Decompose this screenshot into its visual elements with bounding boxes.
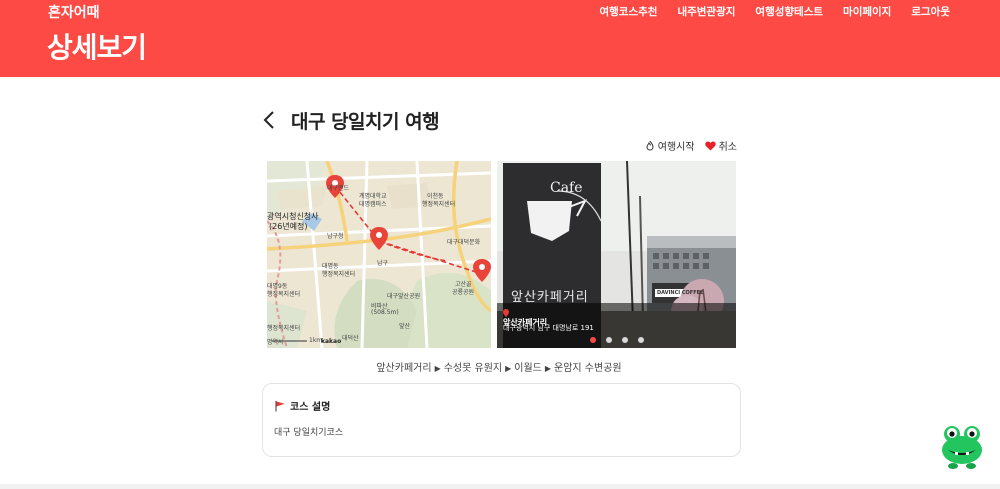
course-description-title: 코스 설명 <box>290 402 331 413</box>
chevron-left-icon <box>263 111 274 129</box>
map-label: 행정복지센터 <box>267 291 301 298</box>
location-pin-icon <box>503 309 509 317</box>
map-label: 명역사 <box>267 339 284 346</box>
carousel-dot[interactable] <box>605 337 612 343</box>
map-label: 대구랜드 <box>327 185 350 192</box>
place-photo-carousel[interactable]: Cafe 앞산카페거리 DAVINCI COFFEE 앞산카페거리 대구광역시 … <box>497 161 736 348</box>
route-stop[interactable]: 앞산카페거리 <box>376 363 431 374</box>
nav-nearby-attractions[interactable]: 내주변관광지 <box>677 4 735 19</box>
map-label: 앞산 <box>399 323 411 330</box>
map-label: (26년예정) <box>269 222 308 231</box>
main-nav: 여행코스추천 내주변관광지 여행성향테스트 마이페이지 로그아웃 <box>599 4 950 19</box>
nav-logout[interactable]: 로그아웃 <box>911 4 950 19</box>
nav-travel-type-test[interactable]: 여행성향테스트 <box>755 4 823 19</box>
carousel-dot[interactable] <box>637 337 644 343</box>
route-map[interactable]: 대구랜드 계명대학교 대명캠퍼스 이천동 행정복지센터 광역시청신청사 (26년… <box>267 161 491 348</box>
route-arrow-icon: ▶ <box>544 364 552 373</box>
map-label: 대구앞산공원 <box>387 293 421 300</box>
course-description-text: 대구 당일치기코스 <box>274 428 344 438</box>
map-label: 행정복지센터 <box>322 271 356 278</box>
route-stop[interactable]: 운암지 수변공원 <box>554 363 622 374</box>
map-label: 행정복지센터 <box>422 201 456 208</box>
map-label: 공룡공원 <box>452 289 475 296</box>
map-label: 대명캠퍼스 <box>359 201 387 208</box>
course-title: 대구 당일치기 여행 <box>291 110 440 133</box>
shop-sign-text: DAVINCI COFFEE <box>657 290 704 296</box>
start-trip-label: 여행시작 <box>657 142 695 153</box>
map-label: 대덕산 <box>342 335 359 342</box>
course-route: 앞산카페거리 ▶ 수성못 유원지 ▶ 이월드 ▶ 운암지 수변공원 <box>262 359 736 374</box>
heart-icon <box>704 141 716 150</box>
cancel-like-label: 취소 <box>718 142 737 153</box>
route-stop[interactable]: 수성못 유원지 <box>444 363 502 374</box>
map-label: 행정복지센터 <box>267 325 301 332</box>
route-stop[interactable]: 이월드 <box>514 363 542 374</box>
map-label: (508.5m) <box>371 309 399 316</box>
map-label: 남구청 <box>327 233 344 240</box>
start-trip-button[interactable]: 여행시작 <box>645 138 695 153</box>
flag-icon <box>275 400 285 411</box>
course-description-card: 코스 설명 대구 당일치기코스 <box>262 383 741 457</box>
nav-my-page[interactable]: 마이페이지 <box>843 4 891 19</box>
frog-mascot-icon[interactable] <box>939 422 985 470</box>
map-provider-logo: kakao <box>321 338 342 345</box>
map-drawing <box>267 161 491 348</box>
route-arrow-icon: ▶ <box>434 364 441 373</box>
route-arrow-icon: ▶ <box>505 364 512 373</box>
flame-icon <box>646 140 654 151</box>
page-title: 상세보기 <box>47 31 147 64</box>
map-label: 대구대덕문화 <box>447 239 481 246</box>
nav-course-recommend[interactable]: 여행코스추천 <box>599 4 657 19</box>
footer-strip <box>0 484 1000 489</box>
course-actions: 여행시작 취소 <box>645 138 737 153</box>
map-label: 남구 <box>377 260 389 267</box>
carousel-dots <box>497 337 736 343</box>
course-description-heading: 코스 설명 <box>274 398 330 413</box>
course-title-row: 대구 당일치기 여행 <box>262 106 440 134</box>
cafe-sign-text: Cafe <box>550 180 583 196</box>
back-button[interactable] <box>262 108 282 132</box>
site-logo[interactable]: 혼자어때 <box>48 2 100 22</box>
site-header: 혼자어때 상세보기 여행코스추천 내주변관광지 여행성향테스트 마이페이지 로그… <box>0 0 1000 77</box>
carousel-dot[interactable] <box>589 337 596 343</box>
place-address: 대구광역시 남구 대명남로 191 <box>503 324 594 332</box>
cancel-like-button[interactable]: 취소 <box>704 138 737 153</box>
carousel-dot[interactable] <box>621 337 628 343</box>
